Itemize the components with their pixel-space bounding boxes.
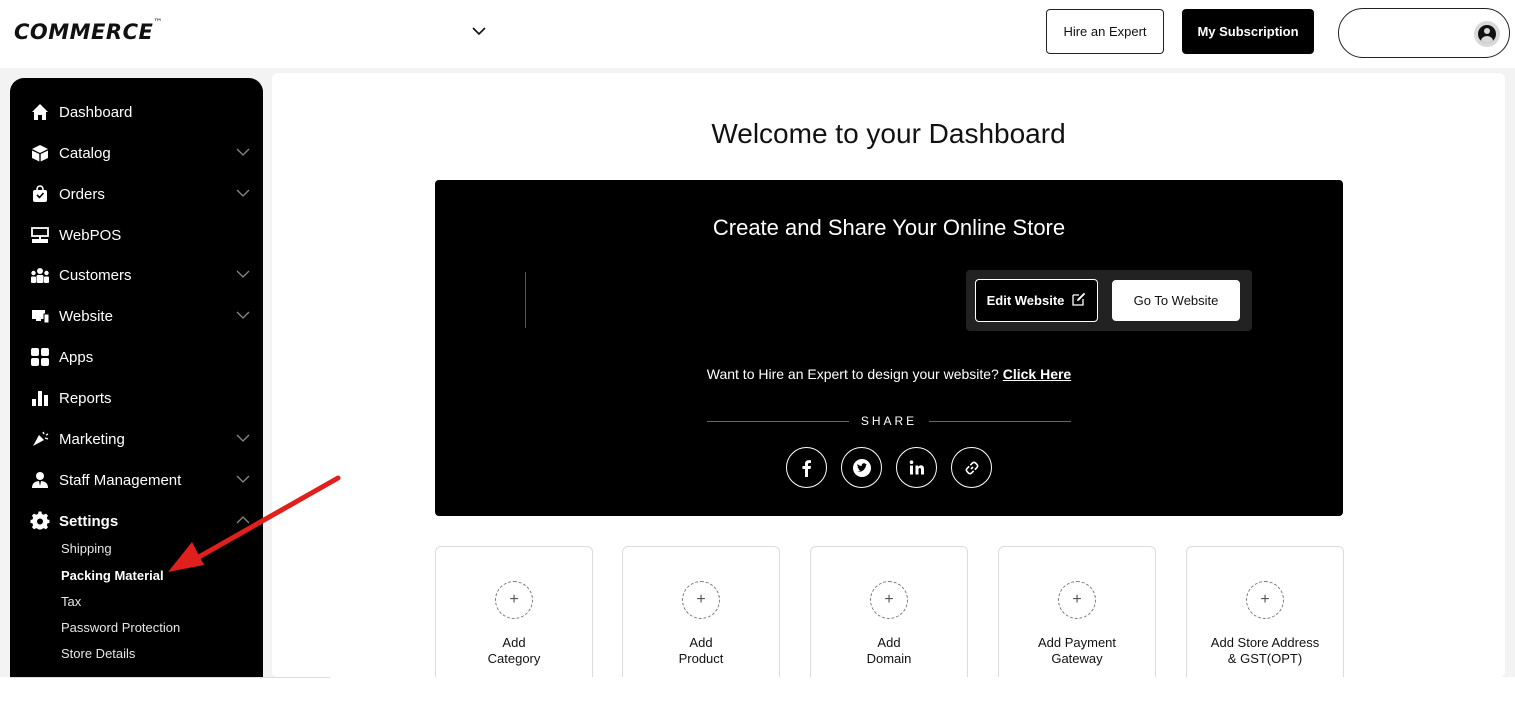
- add-circle-icon: +: [1246, 581, 1284, 619]
- chevron-down-icon[interactable]: [236, 310, 250, 320]
- card-label: Add Payment Gateway: [1037, 635, 1117, 666]
- chevron-down-icon[interactable]: [236, 147, 250, 157]
- sidebar-item-label: Reports: [59, 389, 112, 407]
- logo-trademark: ™: [153, 18, 163, 28]
- add-product-card[interactable]: + Add Product: [622, 546, 780, 686]
- card-label: Add Store Address & GST(OPT): [1210, 635, 1320, 666]
- hire-expert-text: Want to Hire an Expert to design your we…: [706, 366, 999, 382]
- brand-logo[interactable]: COMMERCE™: [14, 18, 163, 44]
- sidebar-item-customers[interactable]: Customers: [30, 263, 250, 287]
- sidebar-item-orders[interactable]: Orders: [30, 182, 250, 206]
- twitter-icon[interactable]: [841, 447, 882, 488]
- chevron-down-icon[interactable]: [236, 188, 250, 198]
- sidebar-item-label: Orders: [59, 185, 105, 203]
- store-dropdown-chevron-icon[interactable]: [468, 20, 490, 42]
- gear-icon: [30, 511, 50, 531]
- card-label: Add Category: [487, 635, 541, 666]
- users-icon: [30, 265, 50, 285]
- home-icon: [30, 102, 50, 122]
- go-to-website-button[interactable]: Go To Website: [1112, 280, 1240, 321]
- chevron-up-icon[interactable]: [236, 515, 250, 525]
- edit-icon: [1072, 292, 1086, 309]
- hero-title: Create and Share Your Online Store: [712, 215, 1066, 240]
- box-icon: [30, 143, 50, 163]
- sidebar-item-dashboard[interactable]: Dashboard: [30, 100, 250, 124]
- add-circle-icon: +: [495, 581, 533, 619]
- page-footer-edge: [0, 677, 1515, 707]
- edit-website-label: Edit Website: [986, 293, 1065, 308]
- chevron-down-icon[interactable]: [236, 474, 250, 484]
- staff-icon: [30, 470, 50, 490]
- pos-terminal-icon: [30, 225, 50, 245]
- page-title: Welcome to your Dashboard: [711, 118, 1066, 149]
- facebook-icon[interactable]: [786, 447, 827, 488]
- edit-website-button[interactable]: Edit Website: [975, 279, 1098, 322]
- sidebar-item-label: Catalog: [59, 144, 111, 162]
- settings-subitem-shipping[interactable]: Shipping: [61, 541, 112, 556]
- profile-menu[interactable]: [1338, 8, 1510, 58]
- settings-subitem-packing-material[interactable]: Packing Material: [61, 568, 164, 583]
- top-bar: COMMERCE™ Hire an Expert My Subscription: [0, 0, 1515, 68]
- sidebar-item-label: Marketing: [59, 430, 125, 448]
- add-domain-card[interactable]: + Add Domain: [810, 546, 968, 686]
- settings-subitem-password-protection[interactable]: Password Protection: [61, 620, 180, 635]
- avatar-icon: [1474, 21, 1500, 47]
- sidebar-item-label: Staff Management: [59, 471, 182, 489]
- shopping-bag-icon: [30, 184, 50, 204]
- add-circle-icon: +: [682, 581, 720, 619]
- chevron-down-icon[interactable]: [236, 269, 250, 279]
- sidebar-item-label: Website: [59, 307, 113, 325]
- share-divider: SHARE: [707, 413, 1071, 429]
- settings-subitem-tax[interactable]: Tax: [61, 594, 81, 609]
- sidebar-item-apps[interactable]: Apps: [30, 345, 250, 369]
- logo-text: COMMERCE: [14, 20, 154, 44]
- card-label: Add Product: [678, 635, 724, 666]
- chevron-down-icon[interactable]: [236, 433, 250, 443]
- sidebar-item-label: Settings: [59, 512, 119, 530]
- sidebar-item-webpos[interactable]: WebPOS: [30, 223, 250, 247]
- sidebar-item-staff-management[interactable]: Staff Management: [30, 468, 250, 492]
- bar-chart-icon: [30, 388, 50, 408]
- sidebar-item-reports[interactable]: Reports: [30, 386, 250, 410]
- sidebar-item-label: Dashboard: [59, 103, 133, 121]
- card-label: Add Domain: [866, 635, 912, 666]
- main-content: Welcome to your Dashboard Create and Sha…: [272, 73, 1505, 686]
- add-category-card[interactable]: + Add Category: [435, 546, 593, 686]
- my-subscription-button[interactable]: My Subscription: [1182, 9, 1314, 54]
- settings-subitem-store-details[interactable]: Store Details: [61, 646, 135, 661]
- grid-icon: [30, 347, 50, 367]
- monitor-icon: [30, 306, 50, 326]
- add-circle-icon: +: [870, 581, 908, 619]
- hire-expert-prompt: Want to Hire an Expert to design your we…: [435, 366, 1343, 382]
- link-icon[interactable]: [951, 447, 992, 488]
- divider: [525, 272, 526, 328]
- sidebar-item-label: WebPOS: [59, 226, 122, 244]
- add-circle-icon: +: [1058, 581, 1096, 619]
- sidebar-item-website[interactable]: Website: [30, 304, 250, 328]
- social-share-buttons: [786, 447, 996, 489]
- sidebar: Dashboard Catalog Orders WebPOS Customer…: [10, 78, 263, 677]
- sidebar-item-label: Apps: [59, 348, 94, 366]
- add-payment-gateway-card[interactable]: + Add Payment Gateway: [998, 546, 1156, 686]
- website-actions: Edit Website Go To Website: [966, 270, 1252, 331]
- linkedin-icon[interactable]: [896, 447, 937, 488]
- sidebar-item-marketing[interactable]: Marketing: [30, 427, 250, 451]
- sidebar-item-catalog[interactable]: Catalog: [30, 141, 250, 165]
- share-label: SHARE: [860, 414, 918, 428]
- sidebar-item-settings[interactable]: Settings: [30, 509, 250, 533]
- store-share-panel: Create and Share Your Online Store Edit …: [435, 180, 1343, 516]
- megaphone-icon: [30, 429, 50, 449]
- hire-expert-button[interactable]: Hire an Expert: [1046, 9, 1164, 54]
- add-store-address-card[interactable]: + Add Store Address & GST(OPT): [1186, 546, 1344, 686]
- click-here-link[interactable]: Click Here: [1003, 366, 1071, 382]
- sidebar-item-label: Customers: [59, 266, 132, 284]
